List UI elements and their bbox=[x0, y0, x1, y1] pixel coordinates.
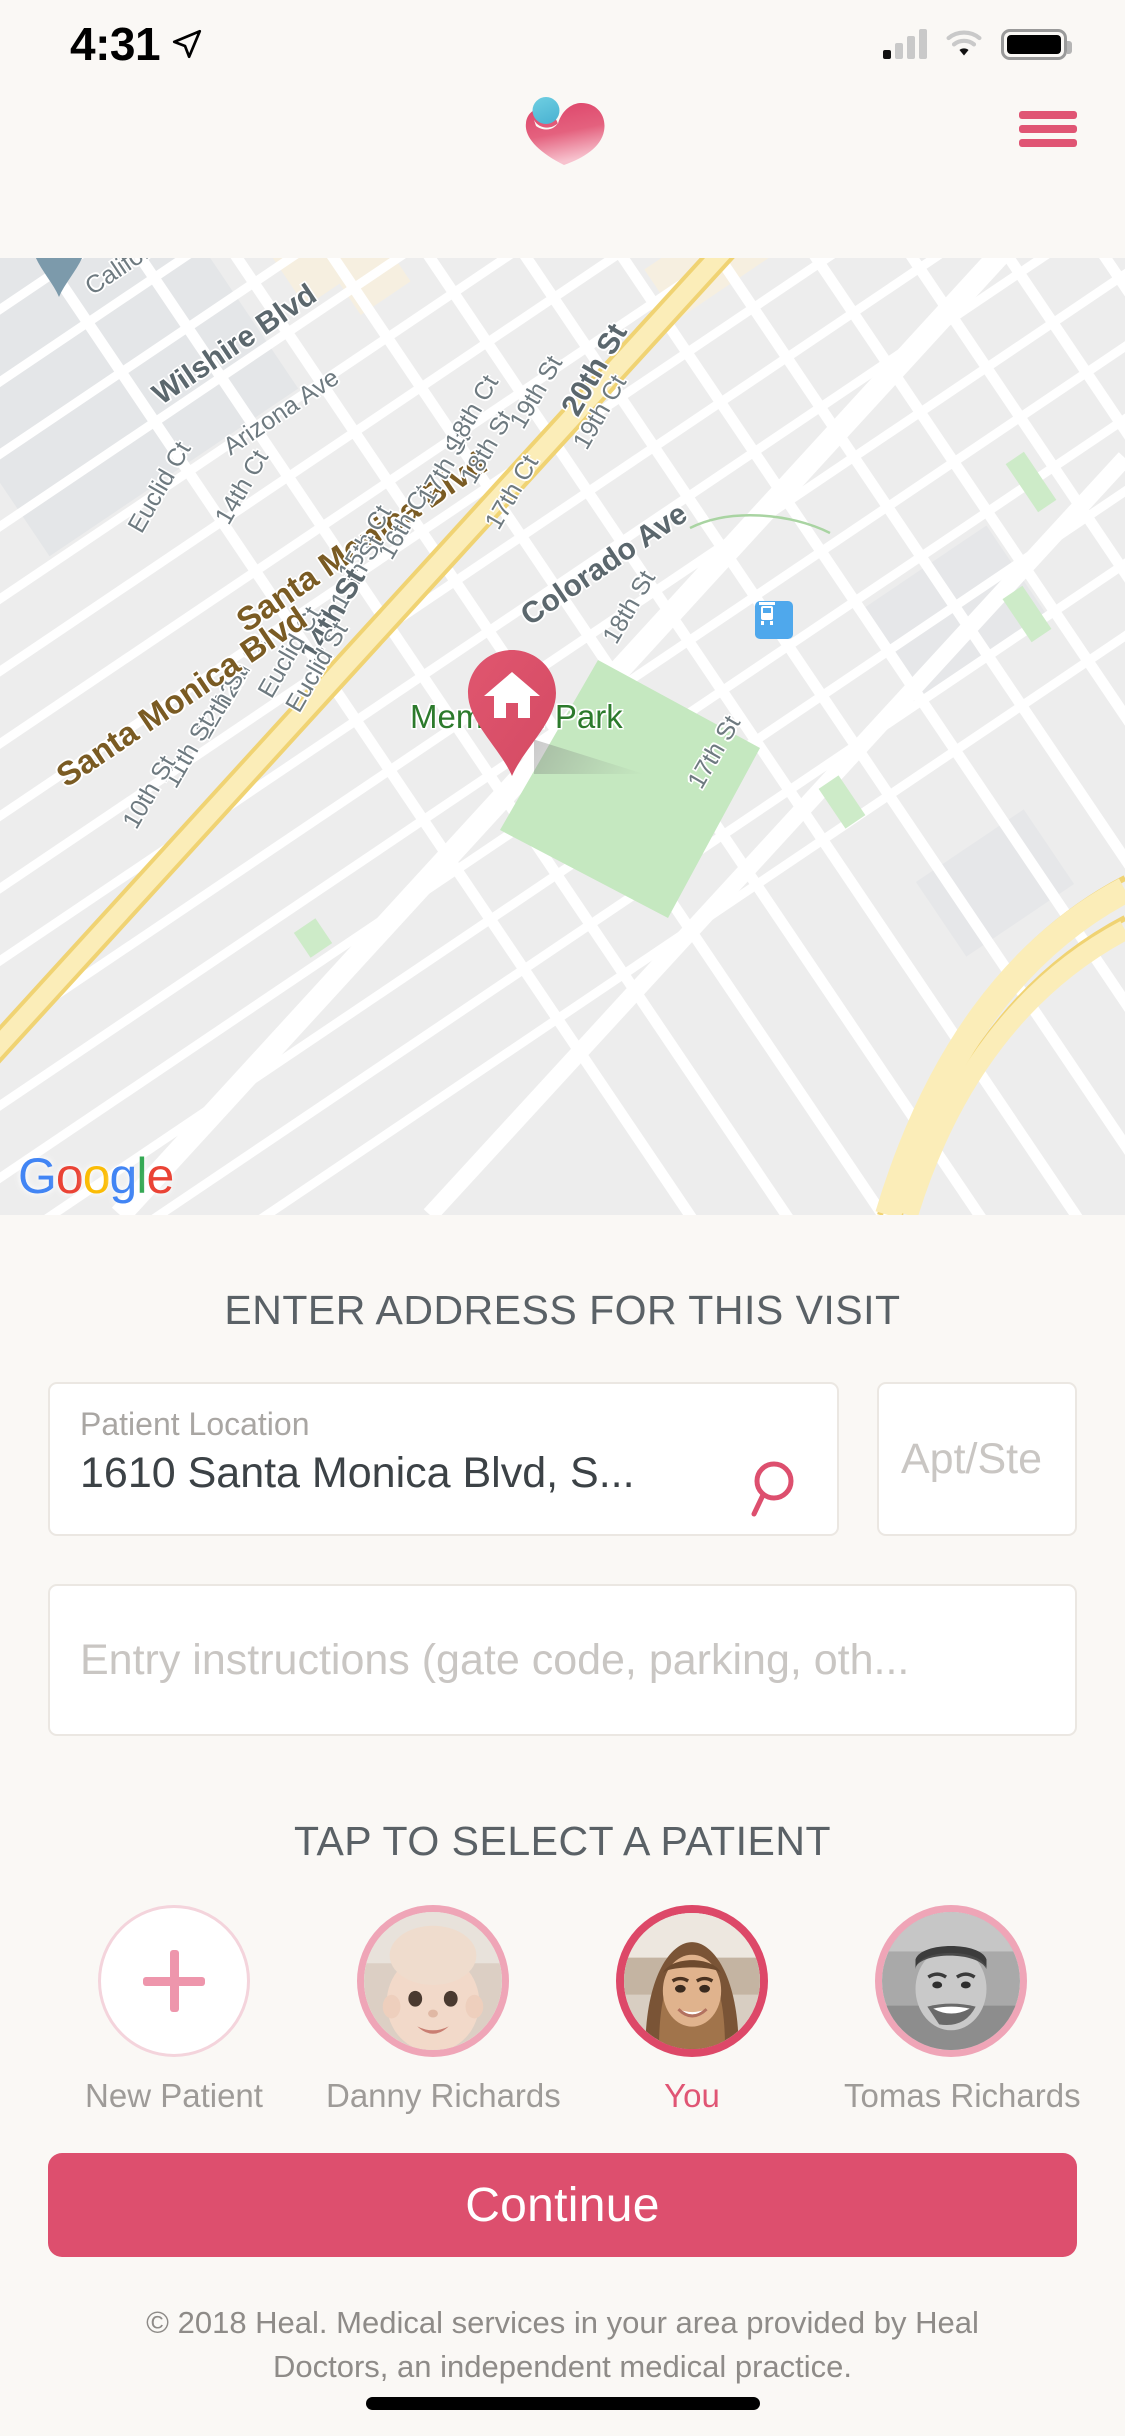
patient-name: New Patient bbox=[85, 2077, 263, 2114]
man-photo-avatar bbox=[882, 1912, 1020, 2050]
home-indicator[interactable] bbox=[365, 2397, 760, 2410]
woman-photo-avatar bbox=[624, 1913, 760, 2049]
status-time: 4:31 bbox=[70, 18, 161, 70]
home-pin-icon bbox=[468, 650, 556, 776]
app-header bbox=[0, 88, 1125, 170]
status-bar: 4:31 bbox=[0, 0, 1125, 88]
heal-heart-logo bbox=[525, 97, 604, 165]
patient-location-field[interactable]: Patient Location 1610 Santa Monica Blvd,… bbox=[48, 1382, 839, 1536]
new-patient-avatar[interactable] bbox=[98, 1905, 250, 2057]
patient-name: You bbox=[664, 2077, 720, 2114]
transit-station-icon[interactable] bbox=[755, 601, 793, 639]
address-section-title: ENTER ADDRESS FOR THIS VISIT bbox=[224, 1287, 901, 1333]
patient-danny-richards[interactable]: Danny Richards bbox=[326, 1905, 561, 2115]
search-icon[interactable] bbox=[747, 1457, 809, 1519]
home-pin-marker[interactable] bbox=[462, 648, 644, 778]
avatar[interactable] bbox=[875, 1905, 1027, 2057]
status-indicators bbox=[883, 28, 1072, 60]
plus-icon bbox=[143, 1950, 205, 2012]
patient-name: Tomas Richards bbox=[844, 2077, 1081, 2114]
school-marker-icon bbox=[35, 258, 83, 297]
park-polygon bbox=[500, 660, 760, 918]
patient-location-label: Patient Location bbox=[80, 1406, 310, 1442]
baby-photo-avatar bbox=[364, 1912, 502, 2050]
entry-instructions-field[interactable]: Entry instructions (gate code, parking, … bbox=[48, 1584, 1077, 1736]
apt-suite-field[interactable]: Apt/Ste bbox=[877, 1382, 1077, 1536]
continue-button[interactable]: Continue bbox=[48, 2153, 1077, 2257]
school-pin-marker[interactable] bbox=[28, 258, 90, 300]
apt-suite-placeholder: Apt/Ste bbox=[901, 1434, 1043, 1483]
cellular-signal-icon bbox=[883, 29, 927, 59]
avatar[interactable] bbox=[616, 1905, 768, 2057]
patient-you[interactable]: You bbox=[585, 1905, 799, 2115]
patient-section-title: TAP TO SELECT A PATIENT bbox=[293, 1818, 832, 1864]
patient-list: New Patient Danny Richards You Tomas Ric… bbox=[0, 1905, 1125, 2115]
hamburger-menu-icon[interactable] bbox=[1019, 107, 1077, 151]
booking-panel: ENTER ADDRESS FOR THIS VISIT Patient Loc… bbox=[0, 1215, 1125, 2436]
address-row: Patient Location 1610 Santa Monica Blvd,… bbox=[0, 1382, 1125, 1536]
patient-location-value: 1610 Santa Monica Blvd, S... bbox=[80, 1449, 635, 1497]
tram-glyph-icon bbox=[759, 602, 775, 625]
battery-full-icon bbox=[1001, 28, 1072, 60]
avatar[interactable] bbox=[357, 1905, 509, 2057]
status-time-group: 4:31 bbox=[70, 17, 204, 71]
map-view[interactable]: MID-CITY California Ave Wilshire Blvd Ar… bbox=[0, 258, 1125, 1215]
google-logo: Google bbox=[18, 1148, 174, 1204]
app-screen: 4:31 Wilshire Blvd Arizona Ave Euclid Ct… bbox=[0, 0, 1125, 2436]
location-arrow-icon bbox=[172, 29, 202, 59]
patient-new[interactable]: New Patient bbox=[67, 1905, 281, 2115]
legal-footer: © 2018 Heal. Medical services in your ar… bbox=[146, 2305, 979, 2385]
patient-tomas-richards[interactable]: Tomas Richards bbox=[844, 1905, 1081, 2115]
patient-name: Danny Richards bbox=[326, 2077, 561, 2114]
entry-instructions-placeholder: Entry instructions (gate code, parking, … bbox=[80, 1635, 910, 1684]
continue-button-label: Continue bbox=[465, 2178, 660, 2232]
wifi-icon bbox=[946, 30, 982, 56]
